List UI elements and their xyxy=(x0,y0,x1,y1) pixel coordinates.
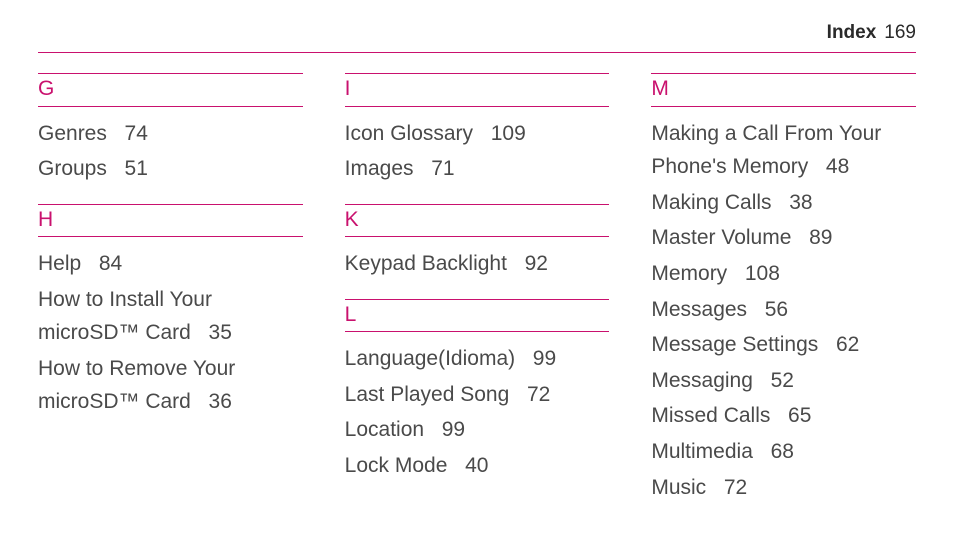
index-section: HHelp 84How to Install Your microSD™ Car… xyxy=(38,204,303,419)
entry-page: 68 xyxy=(771,440,794,463)
entry-page: 84 xyxy=(99,252,122,275)
entry-label: Keypad Backlight xyxy=(345,252,507,275)
entry-label: How to Install Your microSD™ Card xyxy=(38,288,212,345)
index-entry: Images 71 xyxy=(345,152,610,186)
index-entry: Music 72 xyxy=(651,471,916,505)
index-entry: Making Calls 38 xyxy=(651,186,916,220)
entry-label: Location xyxy=(345,418,424,441)
entry-label: Music xyxy=(651,476,706,499)
index-entry: Keypad Backlight 92 xyxy=(345,247,610,281)
entry-page: 36 xyxy=(209,390,232,413)
index-page: Index 169 GGenres 74Groups 51HHelp 84How… xyxy=(0,0,954,552)
section-letter: I xyxy=(345,73,610,106)
entry-page: 108 xyxy=(745,262,780,285)
index-entry: Memory 108 xyxy=(651,257,916,291)
entry-label: Making Calls xyxy=(651,191,771,214)
entry-page: 92 xyxy=(525,252,548,275)
entry-page: 56 xyxy=(765,298,788,321)
entry-label: Groups xyxy=(38,157,107,180)
entry-page: 48 xyxy=(826,155,849,178)
index-entry: Master Volume 89 xyxy=(651,221,916,255)
section-letter: H xyxy=(38,204,303,237)
entry-label: Help xyxy=(38,252,81,275)
section-letter: G xyxy=(38,73,303,106)
index-column: M Making a Call From Your Phone's Memory … xyxy=(651,73,916,522)
entry-page: 51 xyxy=(125,157,148,180)
page-header: Index 169 xyxy=(38,18,916,48)
index-entry: Location 99 xyxy=(345,413,610,447)
entry-label: Memory xyxy=(651,262,727,285)
entry-page: 109 xyxy=(491,122,526,145)
entry-page: 72 xyxy=(724,476,747,499)
index-entry: Message Settings 62 xyxy=(651,328,916,362)
entry-page: 74 xyxy=(125,122,148,145)
index-entry: Language(Idioma) 99 xyxy=(345,342,610,376)
entry-page: 52 xyxy=(771,369,794,392)
entry-label: Last Played Song xyxy=(345,383,510,406)
index-entry: How to Remove Your microSD™ Card 36 xyxy=(38,352,303,419)
entry-label: Messaging xyxy=(651,369,753,392)
index-entry: Help 84 xyxy=(38,247,303,281)
entry-page: 35 xyxy=(209,321,232,344)
entry-page: 62 xyxy=(836,333,859,356)
entry-label: Messages xyxy=(651,298,747,321)
entry-page: 65 xyxy=(788,404,811,427)
index-column: IIcon Glossary 109Images 71KKeypad Backl… xyxy=(345,73,610,522)
index-entry: Genres 74 xyxy=(38,117,303,151)
entry-label: Genres xyxy=(38,122,107,145)
index-entry: Multimedia 68 xyxy=(651,435,916,469)
header-page-number: 169 xyxy=(884,18,916,48)
index-entry: Groups 51 xyxy=(38,152,303,186)
entry-label: Icon Glossary xyxy=(345,122,473,145)
index-entry: Missed Calls 65 xyxy=(651,399,916,433)
entry-page: 40 xyxy=(465,454,488,477)
header-title: Index xyxy=(827,18,877,48)
index-entry: How to Install Your microSD™ Card 35 xyxy=(38,283,303,350)
entry-label: Message Settings xyxy=(651,333,818,356)
entry-page: 72 xyxy=(527,383,550,406)
entry-label: How to Remove Your microSD™ Card xyxy=(38,357,235,414)
index-section: LLanguage(Idioma) 99Last Played Song 72L… xyxy=(345,299,610,483)
entry-page: 99 xyxy=(533,347,556,370)
index-entry: Making a Call From Your Phone's Memory 4… xyxy=(651,117,916,184)
entry-label: Lock Mode xyxy=(345,454,448,477)
index-entry: Last Played Song 72 xyxy=(345,378,610,412)
entry-page: 71 xyxy=(431,157,454,180)
entry-label: Images xyxy=(345,157,414,180)
entry-page: 99 xyxy=(442,418,465,441)
entry-label: Master Volume xyxy=(651,226,791,249)
index-entry: Messaging 52 xyxy=(651,364,916,398)
entry-label: Multimedia xyxy=(651,440,753,463)
index-columns: GGenres 74Groups 51HHelp 84How to Instal… xyxy=(38,73,916,522)
section-letter: M xyxy=(651,73,916,106)
section-letter: L xyxy=(345,299,610,332)
index-section: M Making a Call From Your Phone's Memory … xyxy=(651,73,916,504)
index-entry: Lock Mode 40 xyxy=(345,449,610,483)
index-entry: Messages 56 xyxy=(651,293,916,327)
index-section: K Keypad Backlight 92 xyxy=(345,204,610,281)
index-section: GGenres 74Groups 51 xyxy=(38,73,303,185)
header-rule xyxy=(38,52,916,53)
index-column: GGenres 74Groups 51HHelp 84How to Instal… xyxy=(38,73,303,522)
entry-page: 89 xyxy=(809,226,832,249)
entry-label: Language(Idioma) xyxy=(345,347,515,370)
index-section: IIcon Glossary 109Images 71 xyxy=(345,73,610,185)
entry-label: Missed Calls xyxy=(651,404,770,427)
section-letter: K xyxy=(345,204,610,237)
entry-page: 38 xyxy=(789,191,812,214)
index-entry: Icon Glossary 109 xyxy=(345,117,610,151)
